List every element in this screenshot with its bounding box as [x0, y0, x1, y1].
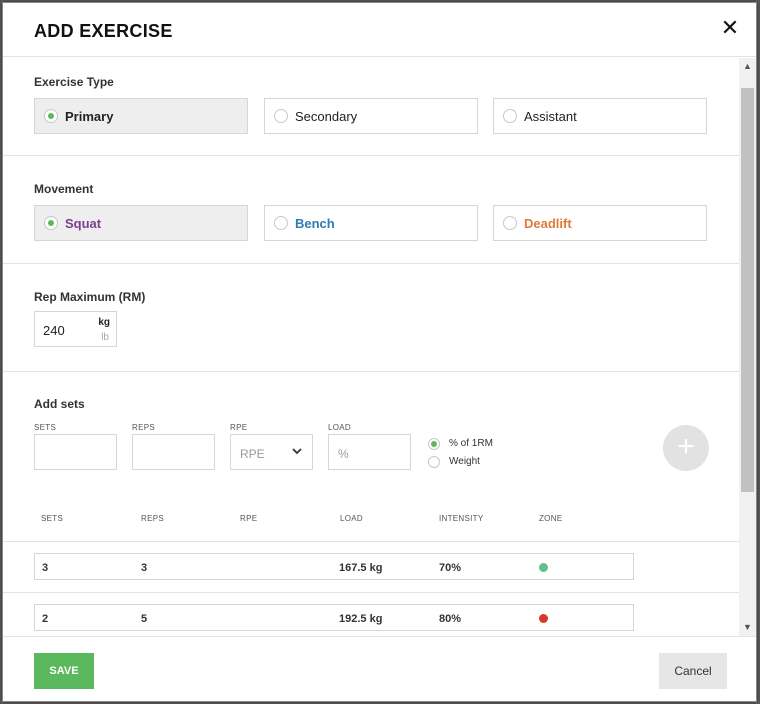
add-sets-title: Add sets — [34, 397, 85, 411]
zone-dot-icon — [539, 614, 548, 623]
cell-load: 192.5 kg — [339, 613, 383, 625]
add-set-button[interactable]: + — [663, 425, 709, 471]
scroll-thumb[interactable] — [741, 88, 754, 492]
exercise-type-assistant[interactable]: Assistant — [493, 98, 707, 134]
scrollbar[interactable]: ▲ ▼ — [739, 58, 756, 636]
table-row[interactable]: 3 3 167.5 kg 70% — [34, 553, 634, 580]
cell-reps: 3 — [141, 562, 148, 574]
weight-label: Weight — [449, 456, 480, 467]
modal-footer: SAVE Cancel — [3, 636, 756, 701]
add-exercise-modal: ADD EXERCISE ✕ Exercise Type Primary Sec… — [2, 2, 757, 702]
rpe-placeholder: RPE — [240, 447, 265, 461]
load-label: LOAD — [328, 423, 351, 432]
divider — [3, 592, 739, 593]
col-header-load: LOAD — [340, 514, 363, 523]
movement-title: Movement — [34, 182, 94, 196]
rep-max-input[interactable]: 240 kg lb — [34, 311, 117, 347]
percent-1rm-radio[interactable] — [428, 438, 440, 450]
movement-section: Movement Squat Bench Deadlift — [3, 156, 739, 264]
col-header-intensity: INTENSITY — [439, 514, 484, 523]
table-row[interactable]: 2 5 192.5 kg 80% — [34, 604, 634, 631]
rpe-select[interactable]: RPE — [230, 434, 313, 470]
option-label: Bench — [295, 216, 335, 231]
exercise-type-section: Exercise Type Primary Secondary Assistan… — [3, 58, 739, 156]
col-header-zone: ZONE — [539, 514, 563, 523]
reps-input[interactable] — [132, 434, 215, 470]
weight-radio[interactable] — [428, 456, 440, 468]
option-label: Squat — [65, 216, 102, 231]
rep-max-title: Rep Maximum (RM) — [34, 290, 146, 304]
radio-icon — [274, 216, 288, 230]
chevron-down-icon — [292, 445, 302, 459]
unit-kg-toggle[interactable]: kg — [98, 317, 110, 328]
option-label: Secondary — [295, 109, 358, 124]
scroll-down-icon[interactable]: ▼ — [739, 619, 756, 636]
modal-body[interactable]: Exercise Type Primary Secondary Assistan… — [3, 58, 739, 636]
rpe-label: RPE — [230, 423, 248, 432]
col-header-sets: SETS — [41, 514, 64, 523]
cell-reps: 5 — [141, 613, 148, 625]
radio-icon — [503, 216, 517, 230]
option-label: Assistant — [524, 109, 577, 124]
modal-title: ADD EXERCISE — [34, 21, 173, 41]
option-label: Primary — [65, 109, 114, 124]
cell-sets: 2 — [42, 613, 49, 625]
cell-intensity: 80% — [439, 613, 462, 625]
sets-label: SETS — [34, 423, 57, 432]
movement-squat[interactable]: Squat — [34, 205, 248, 241]
exercise-type-primary[interactable]: Primary — [34, 98, 248, 134]
cell-load: 167.5 kg — [339, 562, 383, 574]
col-header-reps: REPS — [141, 514, 164, 523]
radio-icon — [274, 109, 288, 123]
load-placeholder: % — [338, 447, 349, 461]
cell-sets: 3 — [42, 562, 49, 574]
radio-selected-icon — [44, 216, 58, 230]
load-input[interactable]: % — [328, 434, 411, 470]
exercise-type-secondary[interactable]: Secondary — [264, 98, 478, 134]
rep-max-value: 240 — [43, 323, 65, 338]
movement-deadlift[interactable]: Deadlift — [493, 205, 707, 241]
modal-header: ADD EXERCISE ✕ — [3, 3, 756, 57]
save-button[interactable]: SAVE — [34, 653, 94, 689]
radio-icon — [503, 109, 517, 123]
cancel-button[interactable]: Cancel — [659, 653, 727, 689]
divider — [3, 541, 739, 542]
reps-label: REPS — [132, 423, 155, 432]
zone-dot-icon — [539, 563, 548, 572]
option-label: Deadlift — [524, 216, 572, 231]
col-header-rpe: RPE — [240, 514, 258, 523]
percent-1rm-label: % of 1RM — [449, 438, 493, 449]
cell-intensity: 70% — [439, 562, 462, 574]
unit-lb-toggle[interactable]: lb — [101, 332, 109, 343]
movement-bench[interactable]: Bench — [264, 205, 478, 241]
radio-selected-icon — [44, 109, 58, 123]
close-icon[interactable]: ✕ — [720, 17, 740, 39]
exercise-type-title: Exercise Type — [34, 75, 114, 89]
sets-input[interactable] — [34, 434, 117, 470]
scroll-up-icon[interactable]: ▲ — [739, 58, 756, 75]
